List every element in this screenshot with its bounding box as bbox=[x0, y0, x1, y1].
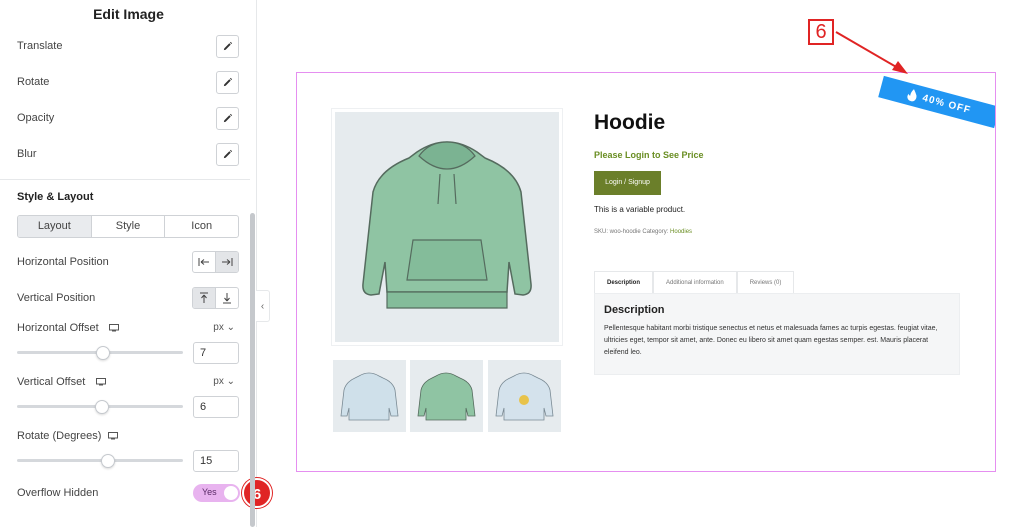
unit-select[interactable]: px ⌄ bbox=[213, 376, 235, 387]
pencil-icon bbox=[223, 77, 233, 87]
rotate-degrees-row: Rotate (Degrees) 15 bbox=[17, 428, 239, 472]
translate-row: Translate bbox=[17, 35, 239, 59]
short-description: This is a variable product. bbox=[594, 205, 686, 214]
desktop-icon[interactable] bbox=[96, 378, 106, 386]
login-price-note: Please Login to See Price bbox=[594, 150, 704, 160]
align-bottom-icon bbox=[223, 293, 231, 304]
blur-edit-button[interactable] bbox=[216, 143, 239, 166]
section-title: Style & Layout bbox=[17, 191, 94, 203]
thumbnail-2[interactable] bbox=[410, 360, 483, 432]
section-divider bbox=[0, 179, 250, 180]
tab-style[interactable]: Style bbox=[92, 216, 166, 237]
description-panel: Description Pellentesque habitant morbi … bbox=[594, 293, 960, 375]
main-product-image bbox=[332, 109, 562, 345]
align-right-icon bbox=[222, 258, 233, 266]
hoodie-image bbox=[362, 141, 532, 309]
translate-edit-button[interactable] bbox=[216, 35, 239, 58]
fire-icon bbox=[907, 88, 917, 101]
align-right-option[interactable] bbox=[216, 252, 238, 272]
hoodie-thumbnail bbox=[340, 372, 399, 421]
pencil-icon bbox=[223, 113, 233, 123]
step-number-badge: 6 bbox=[242, 478, 272, 508]
vertical-position-row: Vertical Position bbox=[17, 287, 239, 311]
tab-layout[interactable]: Layout bbox=[18, 216, 92, 237]
panel-title: Edit Image bbox=[93, 6, 164, 22]
thumbnail-3[interactable] bbox=[488, 360, 561, 432]
sku-text: SKU: woo-hoodie Category: bbox=[594, 229, 669, 235]
vertical-position-label: Vertical Position bbox=[17, 292, 96, 304]
translate-label: Translate bbox=[17, 40, 63, 52]
horizontal-offset-row: Horizontal Offset px ⌄ 7 bbox=[17, 320, 239, 364]
overflow-hidden-toggle[interactable]: Yes bbox=[193, 484, 240, 502]
tab-additional-information[interactable]: Additional information bbox=[653, 271, 737, 293]
opacity-label: Opacity bbox=[17, 112, 55, 124]
slider-handle[interactable] bbox=[101, 454, 116, 468]
editor-panel: Edit Image Translate Rotate Opacity Blur… bbox=[0, 0, 272, 527]
product-preview: Hoodie Please Login to See Price Login /… bbox=[296, 72, 996, 472]
opacity-row: Opacity bbox=[17, 107, 239, 131]
login-signup-button[interactable]: Login / Signup bbox=[594, 171, 661, 195]
rotate-edit-button[interactable] bbox=[216, 71, 239, 94]
horizontal-position-label: Horizontal Position bbox=[17, 256, 109, 268]
pencil-icon bbox=[223, 41, 233, 51]
panel-scrollbar[interactable] bbox=[250, 213, 255, 527]
horizontal-position-choose bbox=[192, 251, 239, 273]
description-heading: Description bbox=[604, 304, 665, 316]
layout-tabs: Layout Style Icon bbox=[17, 215, 239, 238]
rotate-row: Rotate bbox=[17, 71, 239, 95]
product-title: Hoodie bbox=[594, 111, 666, 134]
opacity-edit-button[interactable] bbox=[216, 107, 239, 130]
horizontal-position-row: Horizontal Position bbox=[17, 251, 239, 275]
vertical-offset-row: Vertical Offset px ⌄ 6 bbox=[17, 374, 239, 418]
slider-handle[interactable] bbox=[94, 400, 109, 414]
hoodie-thumbnail bbox=[495, 372, 554, 421]
rotate-degrees-input[interactable]: 15 bbox=[193, 450, 239, 472]
blur-row: Blur bbox=[17, 143, 239, 167]
product-meta: SKU: woo-hoodie Category: Hoodies bbox=[594, 229, 692, 235]
discount-ribbon: 40% OFF bbox=[878, 75, 995, 129]
rotate-label: Rotate bbox=[17, 76, 50, 88]
slider-handle[interactable] bbox=[96, 346, 111, 360]
align-top-icon bbox=[200, 292, 208, 303]
toggle-knob bbox=[224, 486, 238, 500]
thumbnail-1[interactable] bbox=[333, 360, 406, 432]
panel-collapse-button[interactable]: ‹ bbox=[256, 290, 270, 322]
align-bottom-option[interactable] bbox=[216, 288, 238, 308]
vertical-offset-input[interactable]: 6 bbox=[193, 396, 239, 418]
tab-description[interactable]: Description bbox=[594, 271, 654, 293]
desktop-icon[interactable] bbox=[109, 324, 119, 332]
toggle-state-text: Yes bbox=[202, 487, 217, 497]
category-link[interactable]: Hoodies bbox=[670, 229, 692, 235]
rotate-degrees-label: Rotate (Degrees) bbox=[17, 430, 102, 442]
align-left-option[interactable] bbox=[193, 252, 216, 272]
vertical-offset-label: Vertical Offset bbox=[17, 376, 86, 388]
unit-select[interactable]: px ⌄ bbox=[213, 322, 235, 333]
align-top-option[interactable] bbox=[193, 288, 216, 308]
tab-icon[interactable]: Icon bbox=[165, 216, 238, 237]
rotate-degrees-slider[interactable] bbox=[17, 459, 183, 462]
horizontal-offset-input[interactable]: 7 bbox=[193, 342, 239, 364]
description-text: Pellentesque habitant morbi tristique se… bbox=[604, 325, 938, 356]
pencil-icon bbox=[223, 149, 233, 159]
desktop-icon[interactable] bbox=[108, 432, 118, 440]
annotation-step-label: 6 bbox=[808, 19, 834, 45]
blur-label: Blur bbox=[17, 148, 37, 160]
tab-reviews[interactable]: Reviews (0) bbox=[736, 271, 795, 293]
chevron-left-icon: ‹ bbox=[260, 300, 265, 312]
overflow-hidden-label: Overflow Hidden bbox=[17, 487, 99, 499]
horizontal-offset-label: Horizontal Offset bbox=[17, 322, 99, 334]
hoodie-thumbnail bbox=[417, 372, 476, 421]
product-tabs: Description Additional information Revie… bbox=[594, 271, 795, 293]
ribbon-text: 40% OFF bbox=[921, 92, 973, 116]
vertical-position-choose bbox=[192, 287, 239, 309]
align-left-icon bbox=[198, 258, 209, 266]
